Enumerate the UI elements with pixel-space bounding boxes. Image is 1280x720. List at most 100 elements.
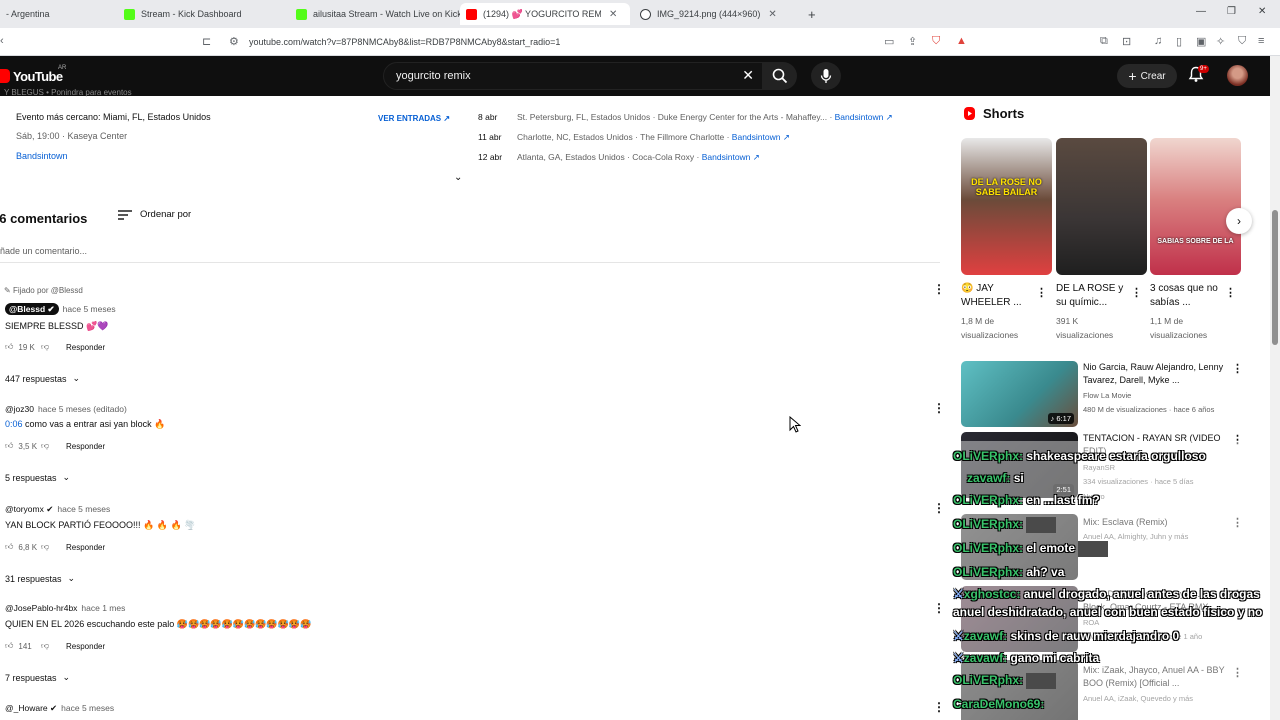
short-title[interactable]: DE LA ROSE y su químic... xyxy=(1056,282,1132,309)
add-comment-input[interactable]: ñade un comentario... xyxy=(0,246,940,263)
site-settings-icon[interactable]: ⚙ xyxy=(229,35,239,48)
wallet-icon[interactable]: ▣ xyxy=(1196,35,1206,48)
dislike-button[interactable]: 👎︎ xyxy=(41,542,65,552)
more-actions-icon[interactable]: ⋮ xyxy=(933,601,945,615)
reply-button[interactable]: Responder xyxy=(66,442,105,451)
channel-name[interactable]: Flow La Movie xyxy=(1083,389,1243,403)
rewards-icon[interactable]: ▲ xyxy=(956,35,967,47)
like-button[interactable]: 👍︎ 3,5 K xyxy=(5,441,41,451)
sort-comments-button[interactable]: Ordenar por xyxy=(118,209,191,220)
replies-count: 5 respuestas xyxy=(5,472,57,483)
nearest-event: Evento más cercano: Miami, FL, Estados U… xyxy=(16,112,211,122)
comment-author[interactable]: @joz30 hace 5 meses (editado) xyxy=(5,404,127,414)
region-code: AR xyxy=(58,65,67,71)
clear-search-icon[interactable]: ✕ xyxy=(742,67,754,84)
tickets-link[interactable]: VER ENTRADAS ↗ xyxy=(378,114,450,123)
extensions-icon[interactable]: ⧉ xyxy=(1100,35,1108,48)
video-title[interactable]: Nio Garcia, Rauw Alejandro, Lenny Tavare… xyxy=(1083,361,1225,386)
search-button[interactable] xyxy=(763,62,797,90)
youtube-logo[interactable]: YouTube xyxy=(0,67,63,85)
back-icon[interactable]: ‹ xyxy=(0,35,4,47)
view-replies-button[interactable]: 447 respuestas ⌄ xyxy=(5,373,80,384)
creator-badge[interactable]: @Blessd ✔ xyxy=(5,303,59,315)
view-replies-button[interactable]: 5 respuestas ⌄ xyxy=(5,472,70,483)
more-actions-icon[interactable]: ⋮ xyxy=(933,700,945,714)
more-actions-icon[interactable]: ⋮ xyxy=(933,401,945,415)
create-button[interactable]: + Crear xyxy=(1117,64,1177,88)
more-actions-icon[interactable]: ⋮ xyxy=(933,282,945,296)
comment-author[interactable]: @JosePablo-hr4bx hace 1 mes xyxy=(5,603,125,613)
more-actions-icon[interactable]: ⋮ xyxy=(933,501,945,515)
address-bar-row: ‹ ⊏ ⚙ youtube.com/watch?v=87P8NMCAby8&li… xyxy=(0,28,1280,56)
scrollbar-thumb[interactable] xyxy=(1272,210,1278,345)
video-thumbnail[interactable]: ♪ 6:17 xyxy=(961,361,1078,427)
browser-tab-active[interactable]: (1294) 💕 YOGURCITO REMI ✕ xyxy=(460,3,630,25)
comment-author[interactable]: @toryomx ✔ hace 5 meses xyxy=(5,504,110,515)
short-thumbnail[interactable] xyxy=(1056,138,1147,275)
browser-tab[interactable]: - Argentina xyxy=(0,3,110,25)
bandsintown-link[interactable]: Bandsintown ↗ xyxy=(732,132,790,142)
tab-title: (1294) 💕 YOGURCITO REMI xyxy=(483,8,601,19)
like-button[interactable]: 👍︎ 141 xyxy=(5,641,41,651)
short-title[interactable]: 3 cosas que no sabías ... xyxy=(1150,282,1226,309)
comment-actions: 👍︎ 141 👎︎ Responder xyxy=(5,641,105,651)
tab-title: - Argentina xyxy=(6,9,50,19)
close-window-icon[interactable]: ✕ xyxy=(1258,6,1266,17)
short-title[interactable]: 😳 JAY WHEELER ... xyxy=(961,282,1037,309)
browser-tab[interactable]: Stream - Kick Dashboard xyxy=(118,3,288,25)
new-tab-button[interactable]: + xyxy=(802,3,826,25)
search-input[interactable]: yogurcito remix ✕ xyxy=(383,62,763,90)
screenshot-icon[interactable]: ⊡ xyxy=(1122,35,1131,48)
vpn-icon[interactable]: ⛉ xyxy=(1238,35,1246,48)
view-replies-button[interactable]: 31 respuestas ⌄ xyxy=(5,573,75,584)
chat-message: OLiVERphx: ah? va xyxy=(953,565,1064,579)
leo-icon[interactable]: ✧ xyxy=(1216,35,1225,48)
reply-button[interactable]: Responder xyxy=(66,543,105,552)
more-actions-icon[interactable]: ⋮ xyxy=(1131,286,1142,299)
like-button[interactable]: 👍︎ 19 K xyxy=(5,342,41,352)
address-input[interactable]: youtube.com/watch?v=87P8NMCAby8&list=RDB… xyxy=(249,37,560,47)
mouse-cursor-icon xyxy=(789,416,801,433)
dislike-button[interactable]: 👎︎ xyxy=(41,342,65,352)
voice-search-button[interactable] xyxy=(811,62,841,90)
close-tab-icon[interactable]: ✕ xyxy=(768,9,776,20)
bookmark-icon[interactable]: ⊏ xyxy=(202,35,211,48)
shorts-heading: Shorts xyxy=(963,106,1024,121)
sidebar-icon[interactable]: ▯ xyxy=(1176,35,1182,48)
dislike-button[interactable]: 👎︎ xyxy=(41,641,65,651)
share-icon[interactable]: ⇪ xyxy=(908,35,917,48)
browser-tab[interactable]: ailusitaa Stream - Watch Live on Kick xyxy=(290,3,460,25)
reply-button[interactable]: Responder xyxy=(66,642,105,651)
cast-icon[interactable]: ▭ xyxy=(884,35,894,48)
close-tab-icon[interactable]: ✕ xyxy=(609,9,617,20)
chevron-down-icon[interactable]: ⌄ xyxy=(454,172,462,183)
view-replies-button[interactable]: 7 respuestas ⌄ xyxy=(5,672,70,683)
more-actions-icon[interactable]: ⋮ xyxy=(1036,286,1047,299)
brave-shield-icon[interactable]: ⛉ xyxy=(932,35,940,48)
replies-count: 7 respuestas xyxy=(5,672,57,683)
short-thumbnail[interactable]: DE LA ROSE NO SABE BAILAR xyxy=(961,138,1052,275)
account-avatar[interactable] xyxy=(1227,65,1248,86)
comment-author[interactable]: @_Howare ✔ hace 5 meses xyxy=(5,703,114,714)
comment-text: SIEMPRE BLESSD 💕💜 xyxy=(5,321,109,331)
reply-button[interactable]: Responder xyxy=(66,343,105,352)
next-shorts-button[interactable]: › xyxy=(1226,208,1252,234)
bandsintown-link[interactable]: Bandsintown xyxy=(16,151,68,161)
timestamp-link[interactable]: 0:06 xyxy=(5,419,23,429)
bandsintown-link[interactable]: Bandsintown ↗ xyxy=(835,112,893,122)
minimize-icon[interactable]: — xyxy=(1196,6,1206,17)
more-actions-icon[interactable]: ⋮ xyxy=(1225,286,1236,299)
page-scrollbar[interactable] xyxy=(1270,56,1280,720)
dislike-button[interactable]: 👎︎ xyxy=(41,441,65,451)
menu-icon[interactable]: ≡ xyxy=(1258,35,1264,47)
like-button[interactable]: 👍︎ 6,8 K xyxy=(5,542,41,552)
bandsintown-link[interactable]: Bandsintown ↗ xyxy=(702,152,760,162)
music-icon[interactable]: ♫ xyxy=(1154,35,1162,47)
author-name: @joz30 xyxy=(5,404,34,414)
comment-author[interactable]: @Blessd ✔ hace 5 meses xyxy=(5,303,116,315)
restore-icon[interactable]: ❐ xyxy=(1227,6,1236,17)
short-thumbnail[interactable]: SABIAS SOBRE DE LA xyxy=(1150,138,1241,275)
browser-tab[interactable]: IMG_9214.png (444×960) ✕ xyxy=(634,3,804,25)
chevron-down-icon: ⌄ xyxy=(72,373,81,383)
more-actions-icon[interactable]: ⋮ xyxy=(1232,362,1243,375)
